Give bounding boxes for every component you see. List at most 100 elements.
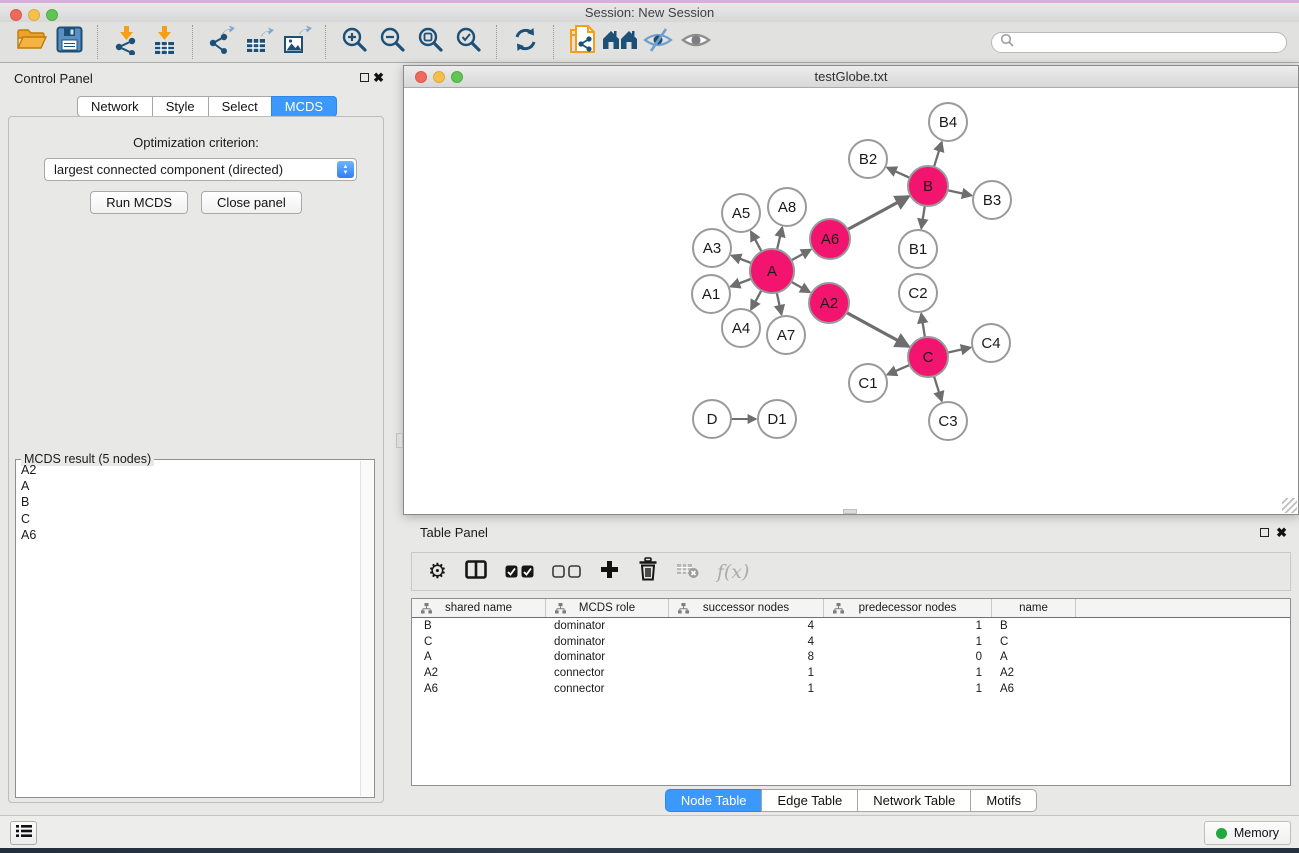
cell-shared-name[interactable]: A2 — [412, 667, 546, 679]
edge-B-B3[interactable] — [948, 190, 972, 195]
network-from-document-button[interactable] — [563, 25, 601, 59]
cell-predecessor-nodes[interactable]: 1 — [824, 667, 992, 679]
node-C4[interactable]: C4 — [972, 324, 1010, 362]
node-A6[interactable]: A6 — [810, 219, 850, 259]
close-panel-icon[interactable]: ✖ — [373, 72, 384, 84]
result-item[interactable]: C — [17, 511, 359, 527]
tab-network-table[interactable]: Network Table — [857, 789, 971, 812]
home-navigator-button[interactable] — [601, 25, 639, 59]
window-resize-grip[interactable] — [1282, 498, 1297, 513]
node-B3[interactable]: B3 — [973, 181, 1011, 219]
node-B2[interactable]: B2 — [849, 140, 887, 178]
tab-motifs[interactable]: Motifs — [970, 789, 1037, 812]
search-input[interactable] — [1019, 34, 1278, 50]
node-A2[interactable]: A2 — [809, 283, 849, 323]
edge-A6-B[interactable] — [848, 196, 909, 229]
close-traffic-light[interactable] — [10, 9, 22, 21]
zoom-out-button[interactable] — [373, 25, 411, 59]
cell-shared-name[interactable]: A6 — [412, 683, 546, 695]
save-session-button[interactable] — [50, 25, 88, 59]
tab-node-table[interactable]: Node Table — [665, 789, 763, 812]
cell-successor-nodes[interactable]: 1 — [669, 683, 824, 695]
result-item[interactable]: A6 — [17, 527, 359, 543]
cell-predecessor-nodes[interactable]: 1 — [824, 683, 992, 695]
node-B[interactable]: B — [908, 166, 948, 206]
edge-B-B1[interactable] — [921, 206, 925, 229]
edge-A-A5[interactable] — [751, 232, 762, 252]
mcds-result-list[interactable]: A2ABCA6 — [17, 462, 359, 796]
export-network-button[interactable] — [202, 25, 240, 59]
import-table-button[interactable] — [145, 25, 183, 59]
node-A1[interactable]: A1 — [692, 275, 730, 313]
edge-A-A3[interactable] — [732, 256, 752, 264]
cell-predecessor-nodes[interactable]: 1 — [824, 620, 992, 632]
export-image-button[interactable] — [278, 25, 316, 59]
cell-successor-nodes[interactable]: 8 — [669, 651, 824, 663]
node-A8[interactable]: A8 — [768, 188, 806, 226]
result-scrollbar[interactable] — [360, 461, 373, 796]
edge-A-A7[interactable] — [777, 292, 782, 314]
node-B1[interactable]: B1 — [899, 230, 937, 268]
result-item[interactable]: A — [17, 478, 359, 494]
cell-name[interactable]: A — [992, 651, 1076, 663]
cell-shared-name[interactable]: A — [412, 651, 546, 663]
cell-MCDS-role[interactable]: dominator — [546, 651, 669, 663]
network-maximize-light[interactable] — [451, 71, 463, 83]
delete-columns-icon[interactable] — [638, 557, 658, 586]
result-item[interactable]: B — [17, 494, 359, 510]
cell-name[interactable]: C — [992, 636, 1076, 648]
table-float-icon[interactable] — [1260, 528, 1269, 537]
node-D1[interactable]: D1 — [758, 400, 796, 438]
import-network-button[interactable] — [107, 25, 145, 59]
toolbar-search[interactable] — [991, 32, 1287, 53]
cell-name[interactable]: A6 — [992, 683, 1076, 695]
node-A[interactable]: A — [750, 249, 794, 293]
column-header-MCDS-role[interactable]: MCDS role — [546, 599, 669, 617]
table-row[interactable]: Cdominator41C — [412, 634, 1290, 650]
result-item[interactable]: A2 — [17, 462, 359, 478]
edge-B-B4[interactable] — [934, 142, 942, 167]
table-row[interactable]: Adominator80A — [412, 650, 1290, 666]
tab-mcds[interactable]: MCDS — [271, 96, 337, 117]
cell-name[interactable]: B — [992, 620, 1076, 632]
node-table[interactable]: shared nameMCDS rolesuccessor nodesprede… — [411, 598, 1291, 786]
float-panel-icon[interactable] — [360, 73, 369, 82]
cell-MCDS-role[interactable]: connector — [546, 667, 669, 679]
refresh-view-button[interactable] — [506, 25, 544, 59]
table-row[interactable]: A2connector11A2 — [412, 665, 1290, 681]
node-C3[interactable]: C3 — [929, 402, 967, 440]
zoom-fit-button[interactable] — [411, 25, 449, 59]
cell-predecessor-nodes[interactable]: 1 — [824, 636, 992, 648]
node-C[interactable]: C — [908, 337, 948, 377]
cell-shared-name[interactable]: B — [412, 620, 546, 632]
maximize-traffic-light[interactable] — [46, 9, 58, 21]
network-canvas[interactable]: AA1A2A3A4A5A6A7A8BB1B2B3B4CC1C2C3C4DD1 — [404, 89, 1298, 514]
edge-A-A8[interactable] — [777, 227, 782, 249]
zoom-in-button[interactable] — [335, 25, 373, 59]
column-header-predecessor-nodes[interactable]: predecessor nodes — [824, 599, 992, 617]
memory-button[interactable]: Memory — [1204, 821, 1291, 845]
network-horizontal-scrollbar[interactable] — [843, 509, 857, 514]
select-all-checkbox-icon[interactable] — [505, 565, 534, 578]
edge-C-C3[interactable] — [934, 376, 942, 401]
export-table-button[interactable] — [240, 25, 278, 59]
cell-successor-nodes[interactable]: 4 — [669, 620, 824, 632]
cell-shared-name[interactable]: C — [412, 636, 546, 648]
node-A7[interactable]: A7 — [767, 316, 805, 354]
network-window-titlebar[interactable]: testGlobe.txt — [404, 66, 1298, 88]
column-header-shared-name[interactable]: shared name — [412, 599, 546, 617]
edge-C-C4[interactable] — [948, 348, 971, 353]
minimize-traffic-light[interactable] — [28, 9, 40, 21]
edge-C-C2[interactable] — [921, 314, 925, 337]
close-panel-button[interactable]: Close panel — [201, 191, 302, 214]
open-session-button[interactable] — [12, 25, 50, 59]
edge-A-A4[interactable] — [751, 290, 761, 309]
tab-select[interactable]: Select — [208, 96, 272, 117]
edge-A-A1[interactable] — [731, 279, 752, 287]
table-row[interactable]: A6connector11A6 — [412, 681, 1290, 697]
node-A5[interactable]: A5 — [722, 194, 760, 232]
hide-graphics-details-button[interactable] — [639, 25, 677, 59]
run-mcds-button[interactable]: Run MCDS — [90, 191, 188, 214]
show-columns-icon[interactable] — [465, 560, 487, 584]
edge-A-A2[interactable] — [791, 282, 810, 292]
